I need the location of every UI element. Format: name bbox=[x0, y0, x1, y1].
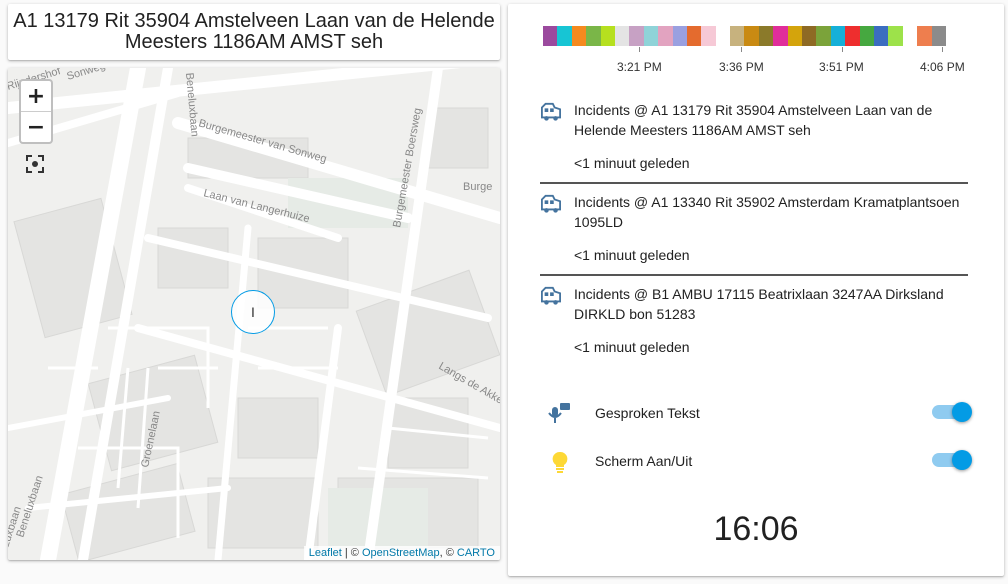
zoom-in-button[interactable]: + bbox=[21, 81, 51, 112]
map[interactable]: Rijndershof Sonweg Beneluxbaan Burgemees… bbox=[8, 68, 500, 560]
title-card: A1 13179 Rit 35904 Amstelveen Laan van d… bbox=[8, 4, 500, 60]
timeline-segment[interactable] bbox=[586, 26, 601, 46]
side-panel: 3:21 PM 3:36 PM 3:51 PM 4:06 PM Incident… bbox=[508, 4, 1004, 576]
toggle-label: Scherm Aan/Uit bbox=[595, 453, 693, 469]
tick-mark bbox=[741, 47, 742, 52]
timeline-segment[interactable] bbox=[715, 26, 731, 46]
incident-marker[interactable]: I bbox=[231, 290, 275, 334]
incident-time: <1 minuut geleden bbox=[574, 155, 690, 171]
incident-item[interactable]: Incidents @ B1 AMBU 17115 Beatrixlaan 32… bbox=[540, 284, 968, 364]
timeline-segment[interactable] bbox=[758, 26, 774, 46]
tick-mark bbox=[842, 47, 843, 52]
timeline-segment[interactable] bbox=[629, 26, 644, 46]
timeline-segment[interactable] bbox=[873, 26, 889, 46]
tick-mark bbox=[942, 47, 943, 52]
timeline-segment[interactable] bbox=[543, 26, 558, 46]
spoken-text-toggle[interactable] bbox=[932, 402, 972, 422]
timeline-segment[interactable] bbox=[859, 26, 874, 46]
lightbulb-icon bbox=[552, 451, 568, 473]
timeline-segment[interactable] bbox=[643, 26, 659, 46]
map-attribution: Leaflet | © OpenStreetMap, © CARTO bbox=[303, 546, 500, 560]
timeline-tick: 3:51 PM bbox=[819, 60, 864, 74]
ambulance-icon bbox=[541, 102, 561, 121]
divider bbox=[540, 274, 968, 276]
timeline-segment[interactable] bbox=[672, 26, 687, 46]
street-label: Burge bbox=[463, 181, 492, 193]
leaflet-link[interactable]: Leaflet bbox=[309, 547, 342, 559]
toggle-label: Gesproken Tekst bbox=[595, 405, 700, 421]
zoom-out-button[interactable]: − bbox=[21, 112, 51, 142]
timeline-segment[interactable] bbox=[730, 26, 745, 46]
timeline-segment[interactable] bbox=[816, 26, 831, 46]
timeline-segment[interactable] bbox=[787, 26, 803, 46]
zoom-control: + − bbox=[19, 79, 53, 144]
toggle-row-spoken-text: Gesproken Tekst bbox=[548, 400, 972, 428]
timeline-segment[interactable] bbox=[701, 26, 716, 46]
incident-text: Incidents @ B1 AMBU 17115 Beatrixlaan 32… bbox=[574, 286, 944, 322]
page-title: A1 13179 Rit 35904 Amstelveen Laan van d… bbox=[13, 10, 495, 53]
timeline-segment[interactable] bbox=[571, 26, 587, 46]
incident-text: Incidents @ A1 13179 Rit 35904 Amstelvee… bbox=[574, 102, 933, 138]
voice-icon bbox=[548, 403, 570, 423]
incident-item[interactable]: Incidents @ A1 13179 Rit 35904 Amstelvee… bbox=[540, 100, 968, 180]
osm-link[interactable]: OpenStreetMap bbox=[362, 547, 440, 559]
timeline-tick: 3:21 PM bbox=[617, 60, 662, 74]
timeline-segment[interactable] bbox=[802, 26, 817, 46]
timeline-segment[interactable] bbox=[917, 26, 932, 46]
timeline-segment[interactable] bbox=[744, 26, 759, 46]
toggle-knob bbox=[952, 402, 972, 422]
tick-mark bbox=[639, 47, 640, 52]
timeline-segment[interactable] bbox=[658, 26, 673, 46]
timeline-segment[interactable] bbox=[830, 26, 846, 46]
timeline-segment[interactable] bbox=[845, 26, 860, 46]
history-timeline[interactable] bbox=[543, 26, 946, 46]
incident-time: <1 minuut geleden bbox=[574, 247, 690, 263]
timeline-segment[interactable] bbox=[888, 26, 903, 46]
carto-link[interactable]: CARTO bbox=[457, 547, 495, 559]
ambulance-icon bbox=[541, 286, 561, 305]
timeline-segment[interactable] bbox=[614, 26, 630, 46]
incident-time: <1 minuut geleden bbox=[574, 339, 690, 355]
toggle-knob bbox=[952, 450, 972, 470]
timeline-segment[interactable] bbox=[600, 26, 615, 46]
incident-item[interactable]: Incidents @ A1 13340 Rit 35902 Amsterdam… bbox=[540, 192, 968, 272]
fit-bounds-icon[interactable] bbox=[25, 154, 45, 174]
timeline-segment[interactable] bbox=[902, 26, 918, 46]
timeline-segment[interactable] bbox=[557, 26, 572, 46]
marker-label: I bbox=[251, 304, 255, 320]
toggle-row-screen: Scherm Aan/Uit bbox=[548, 448, 972, 476]
timeline-tick: 3:36 PM bbox=[719, 60, 764, 74]
divider bbox=[540, 182, 968, 184]
timeline-segment[interactable] bbox=[773, 26, 788, 46]
timeline-tick: 4:06 PM bbox=[920, 60, 965, 74]
clock: 16:06 bbox=[713, 510, 799, 548]
timeline-segment[interactable] bbox=[686, 26, 702, 46]
incident-text: Incidents @ A1 13340 Rit 35902 Amsterdam… bbox=[574, 194, 960, 230]
timeline-segment[interactable] bbox=[931, 26, 946, 46]
screen-toggle[interactable] bbox=[932, 450, 972, 470]
ambulance-icon bbox=[541, 194, 561, 213]
